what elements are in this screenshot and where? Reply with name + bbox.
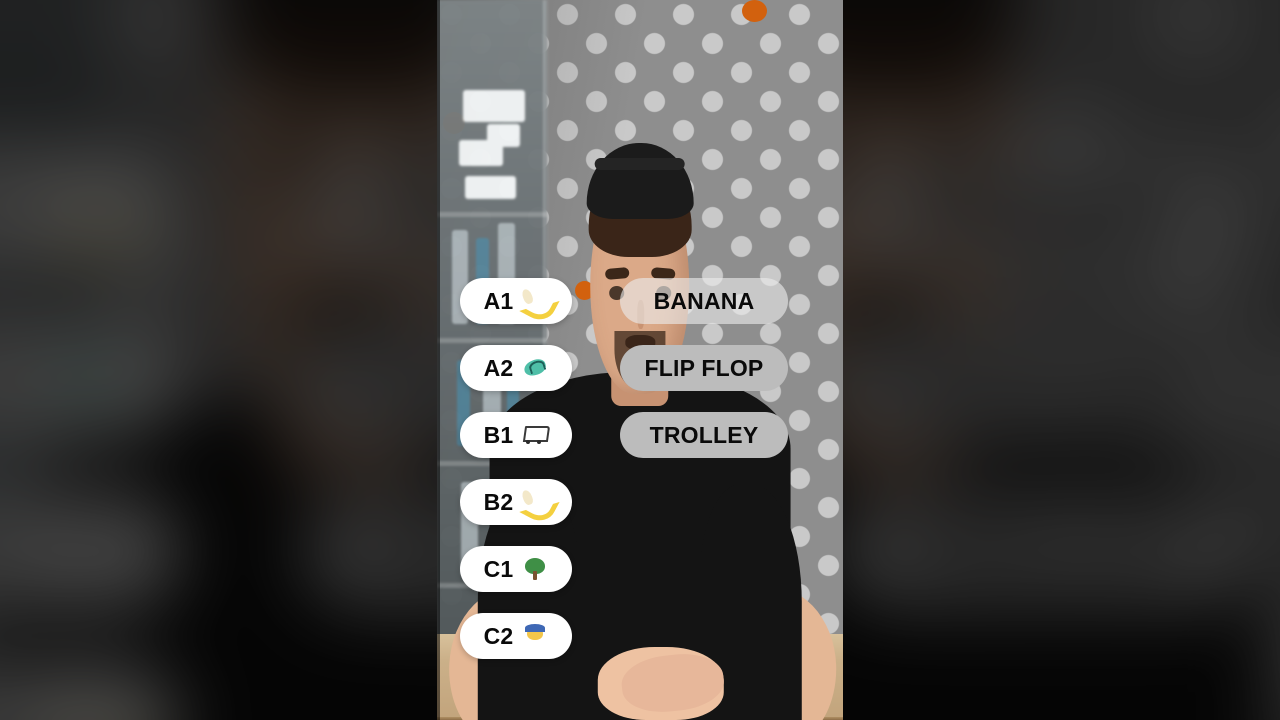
backdrop-pill: A2 bbox=[0, 321, 179, 440]
shorts-player: A1 A2 B1 B2 C1 C2 BANANA FLIP FLOP TROLL… bbox=[0, 0, 1280, 720]
construction-worker-emoji bbox=[522, 624, 548, 648]
center-video-frame[interactable]: A1 A2 B1 B2 C1 C2 BANANA FLIP FLOP TROLL… bbox=[437, 0, 843, 720]
backdrop-pill: B2 bbox=[0, 663, 179, 720]
code-pill-label: C1 bbox=[483, 555, 514, 582]
backdrop-code-pill-column: A1 A2 B1 B2 C1 C2 bbox=[0, 150, 179, 720]
left-backdrop-scene: A1 A2 B1 B2 C1 C2 BANANA FLIP FLOP TROLL… bbox=[0, 0, 437, 720]
code-pill-b2[interactable]: B2 bbox=[460, 479, 572, 525]
backdrop-pill-code: A2 bbox=[0, 350, 29, 410]
code-pill-label: B2 bbox=[483, 488, 514, 515]
backdrop-pill-code: B2 bbox=[0, 692, 29, 720]
code-pill-label: A2 bbox=[483, 354, 514, 381]
orange-dot-icon bbox=[741, 0, 767, 22]
shopping-trolley-emoji bbox=[522, 423, 548, 447]
backdrop-word-pill: BANANA bbox=[301, 150, 437, 269]
flip-flop-emoji bbox=[522, 356, 548, 380]
word-pill-trolley[interactable]: TROLLEY bbox=[620, 412, 788, 458]
hair bbox=[843, 0, 1017, 98]
code-pill-column: A1 A2 B1 B2 C1 C2 bbox=[460, 278, 572, 659]
backdrop-word-pill: TROLLEY bbox=[301, 492, 437, 610]
code-pill-label: B1 bbox=[483, 421, 514, 448]
code-pill-a1[interactable]: A1 bbox=[460, 278, 572, 324]
banana-emoji bbox=[522, 490, 548, 514]
backdrop-word-pill: TROLLEY bbox=[843, 492, 1262, 610]
right-blurred-backdrop: A1 A2 B1 B2 C1 C2 BANANA FLIP FLOP TROLL… bbox=[843, 0, 1280, 720]
backdrop-pill-code: B1 bbox=[0, 521, 29, 581]
code-pill-b1[interactable]: B1 bbox=[460, 412, 572, 458]
backdrop-pill: B1 bbox=[0, 492, 179, 610]
code-pill-c2[interactable]: C2 bbox=[460, 613, 572, 659]
backdrop-pill: A1 bbox=[0, 150, 179, 269]
flip-flop-emoji bbox=[52, 350, 118, 411]
backdrop-word-pill-column: BANANA FLIP FLOP TROLLEY bbox=[843, 150, 1262, 610]
shopping-trolley-emoji bbox=[52, 521, 118, 582]
cap-strap bbox=[595, 157, 685, 171]
word-pill-flip-flop[interactable]: FLIP FLOP bbox=[620, 345, 788, 391]
center-frame-left-edge bbox=[437, 0, 440, 720]
banana-emoji bbox=[522, 289, 548, 313]
code-pill-label: C2 bbox=[483, 622, 514, 649]
backdrop-word-pill: FLIP FLOP bbox=[301, 321, 437, 440]
left-blurred-backdrop: A1 A2 B1 B2 C1 C2 BANANA FLIP FLOP TROLL… bbox=[0, 0, 437, 720]
shelf-highlight bbox=[463, 90, 525, 122]
word-pill-banana[interactable]: BANANA bbox=[620, 278, 788, 324]
code-pill-c1[interactable]: C1 bbox=[460, 546, 572, 592]
banana-emoji bbox=[52, 179, 118, 240]
backdrop-word-pill-column: BANANA FLIP FLOP TROLLEY bbox=[301, 150, 437, 610]
tree-emoji bbox=[522, 557, 548, 581]
hair bbox=[221, 0, 437, 98]
banana-emoji bbox=[52, 692, 118, 720]
backdrop-word-pill: FLIP FLOP bbox=[843, 321, 1262, 440]
word-pill-column: BANANA FLIP FLOP TROLLEY bbox=[620, 278, 788, 458]
right-backdrop-scene: A1 A2 B1 B2 C1 C2 BANANA FLIP FLOP TROLL… bbox=[843, 0, 1280, 720]
backdrop-word-pill: BANANA bbox=[843, 150, 1262, 269]
backdrop-pill-code: A1 bbox=[0, 179, 29, 239]
code-pill-label: A1 bbox=[483, 287, 514, 314]
code-pill-a2[interactable]: A2 bbox=[460, 345, 572, 391]
